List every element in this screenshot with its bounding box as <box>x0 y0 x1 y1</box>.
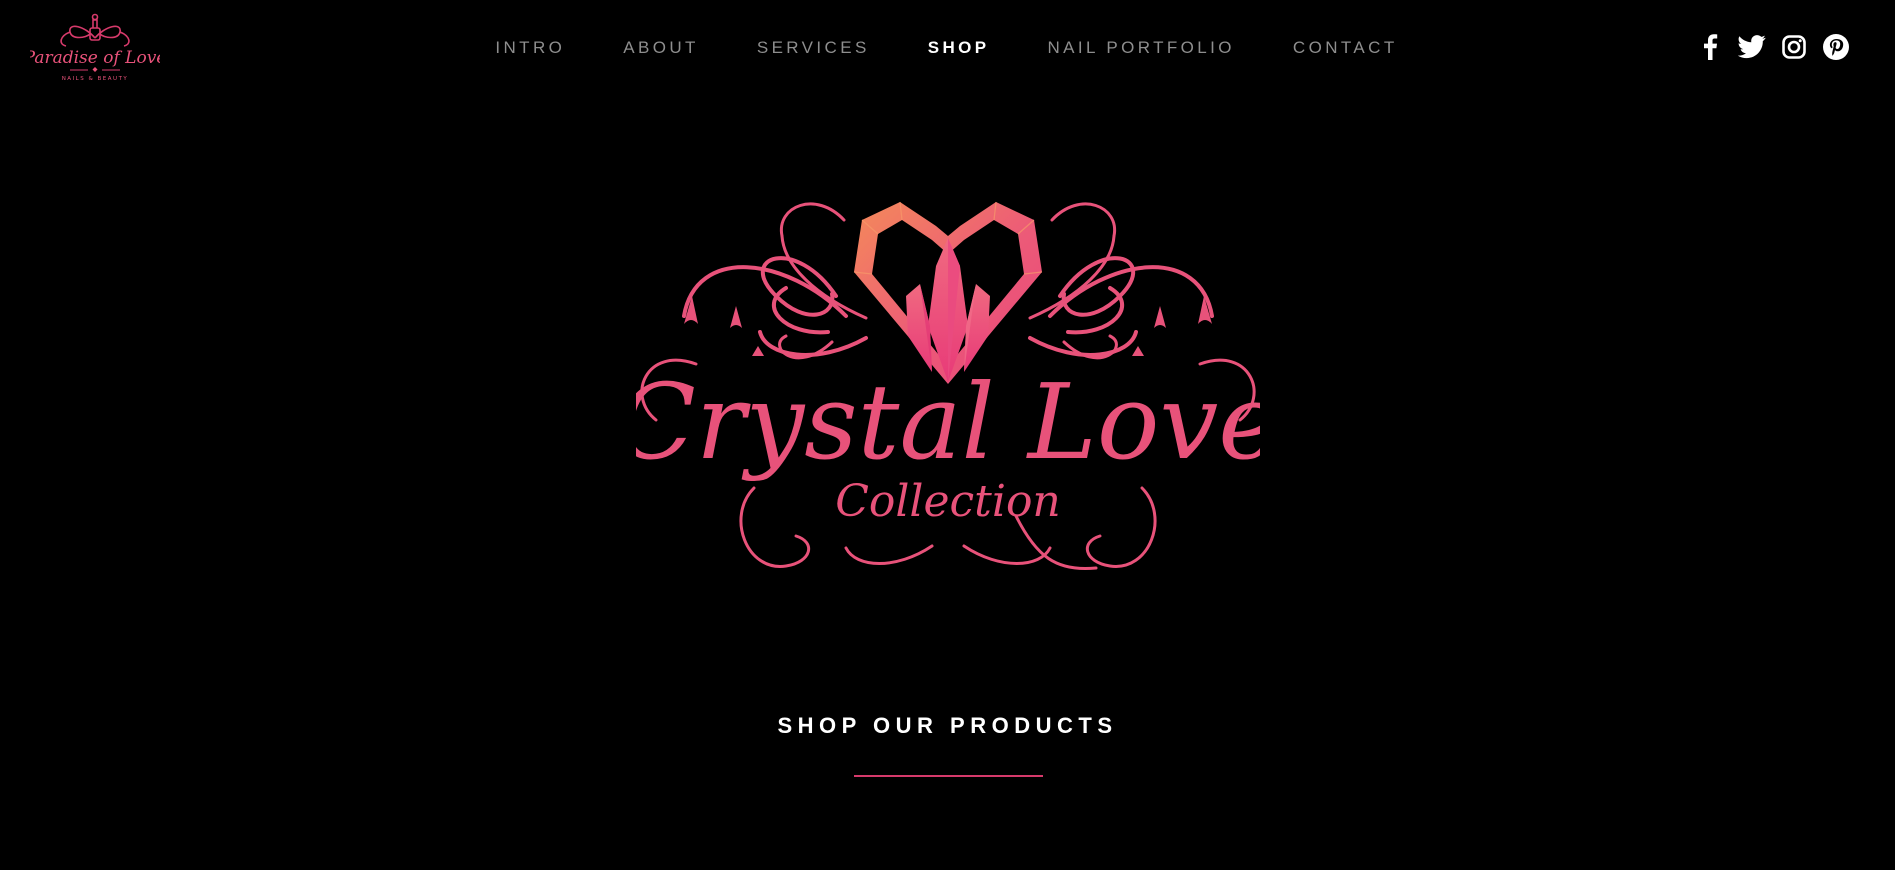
crystal-love-collection-logo: Crystal Love Collection <box>636 196 1260 576</box>
page: Paradise of Love NAILS & BEAUTY INTRO AB… <box>0 0 1895 870</box>
nav-item-about[interactable]: ABOUT <box>594 38 728 58</box>
site-header: Paradise of Love NAILS & BEAUTY INTRO AB… <box>0 0 1895 98</box>
nav-item-contact[interactable]: CONTACT <box>1264 38 1427 58</box>
social-links <box>1696 33 1850 61</box>
main-nav: INTRO ABOUT SERVICES SHOP NAIL PORTFOLIO… <box>0 38 1895 58</box>
instagram-icon[interactable] <box>1780 33 1808 61</box>
nav-item-shop[interactable]: SHOP <box>899 38 1019 58</box>
section-title-underline <box>854 775 1043 777</box>
facebook-icon[interactable] <box>1696 33 1724 61</box>
section-title: SHOP OUR PRODUCTS <box>777 713 1118 738</box>
twitter-icon[interactable] <box>1738 33 1766 61</box>
nav-item-services[interactable]: SERVICES <box>728 38 899 58</box>
brand-logo-subtitle: Collection <box>835 476 1061 527</box>
brand-logo-title: Crystal Love <box>636 361 1260 483</box>
site-logo-subtitle: NAILS & BEAUTY <box>62 76 129 82</box>
pinterest-icon[interactable] <box>1822 33 1850 61</box>
nav-item-nail-portfolio[interactable]: NAIL PORTFOLIO <box>1018 38 1263 58</box>
nav-item-intro[interactable]: INTRO <box>466 38 594 58</box>
